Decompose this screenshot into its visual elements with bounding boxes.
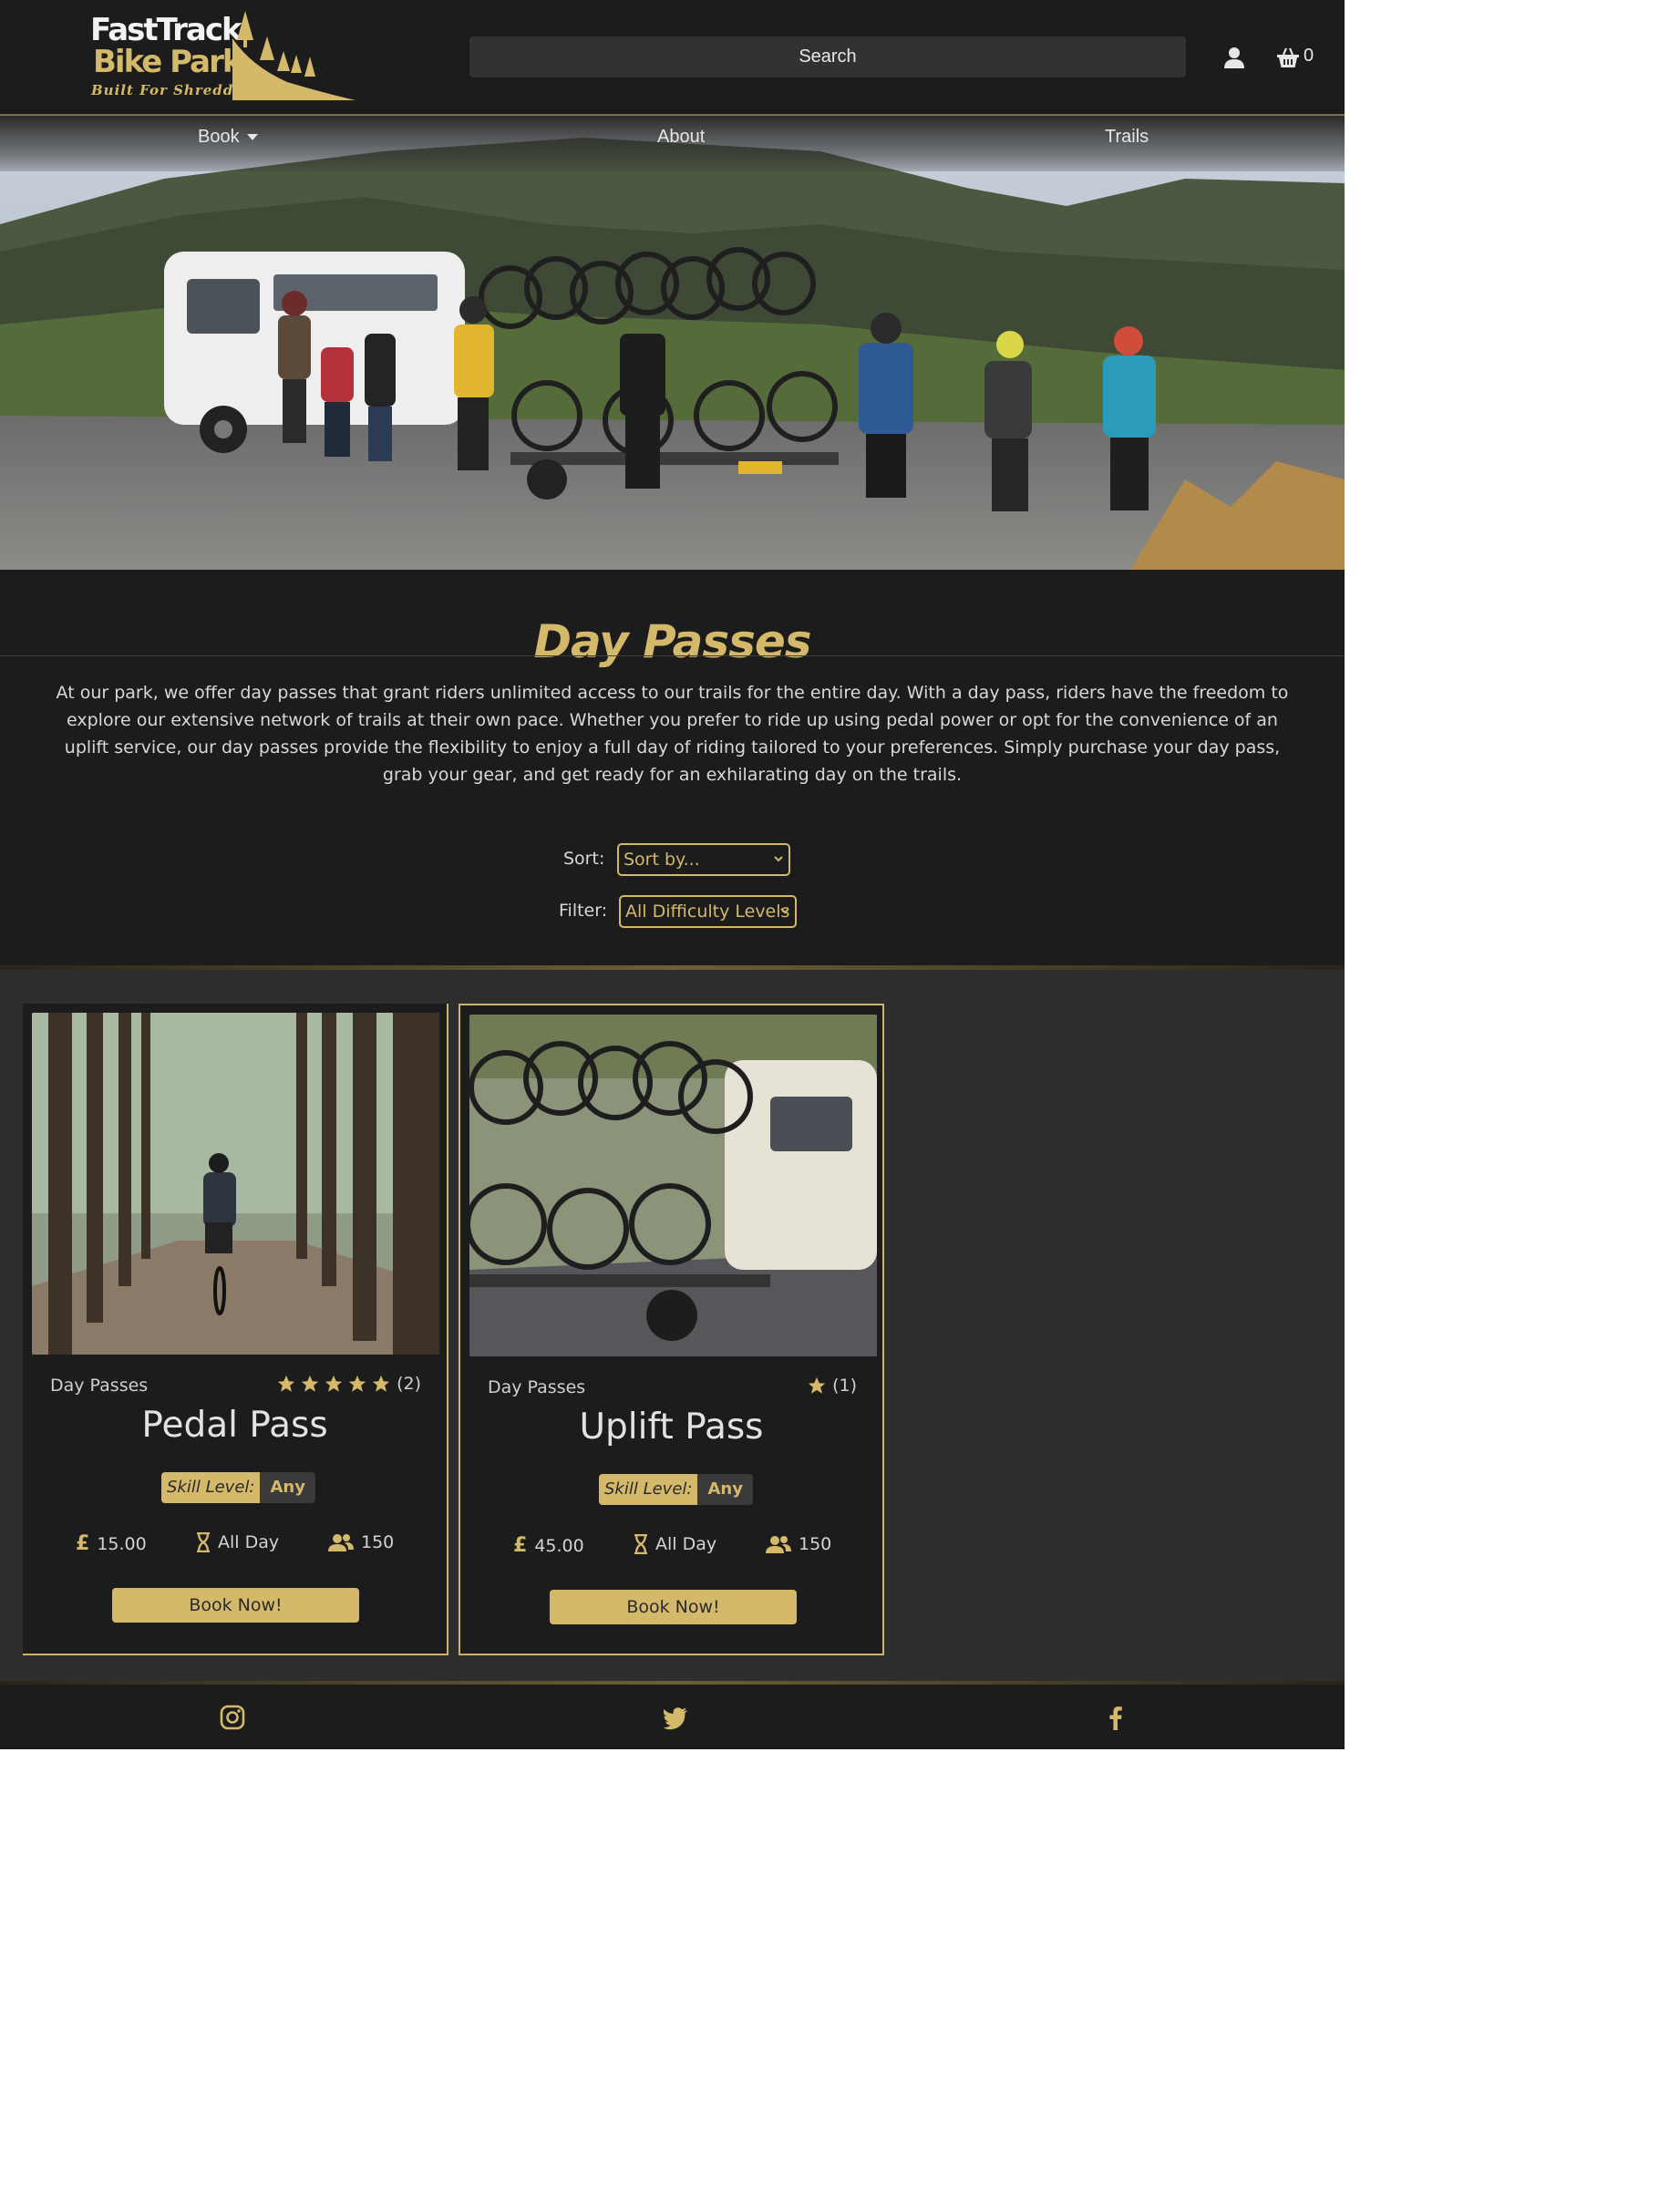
user-icon[interactable] xyxy=(1222,46,1246,69)
chevron-down-icon xyxy=(774,856,783,862)
capacity-value: 150 xyxy=(361,1532,395,1552)
skill-level-value: Any xyxy=(697,1474,753,1505)
star-icon xyxy=(348,1375,366,1392)
product-name[interactable]: Uplift Pass xyxy=(460,1407,882,1448)
nav-item-label: Book xyxy=(198,127,240,147)
sort-label: Sort: xyxy=(563,849,605,869)
star-icon xyxy=(325,1375,343,1392)
skill-level-label: Skill Level: xyxy=(161,1472,261,1503)
skill-level-label: Skill Level: xyxy=(599,1474,698,1505)
rating-stars: (2) xyxy=(273,1374,421,1394)
star-icon xyxy=(277,1375,295,1392)
pound-icon: £ xyxy=(76,1532,90,1555)
brand-name-line1: FastTrack xyxy=(90,12,242,48)
pound-icon: £ xyxy=(513,1534,528,1557)
facebook-icon[interactable] xyxy=(1102,1704,1129,1731)
product-category: Day Passes xyxy=(50,1376,149,1396)
capacity: 150 xyxy=(328,1532,394,1552)
hero-banner: Book About Trails xyxy=(0,115,1345,570)
duration-value: All Day xyxy=(655,1534,717,1554)
chevron-down-icon xyxy=(780,908,789,914)
sort-select[interactable]: Sort by... xyxy=(617,843,790,876)
skill-level-badge: Skill Level: Any xyxy=(161,1472,315,1503)
price-value: 45.00 xyxy=(534,1535,584,1556)
duration: All Day xyxy=(196,1532,279,1552)
star-icon xyxy=(808,1376,826,1394)
product-grid: Day Passes (2) Pedal Pass Skill Level: A… xyxy=(0,970,1345,1681)
hourglass-icon xyxy=(634,1534,647,1554)
title-divider xyxy=(0,655,1345,656)
basket-count[interactable]: 0 xyxy=(1304,46,1314,67)
basket-icon[interactable] xyxy=(1276,46,1300,69)
star-icon xyxy=(301,1375,319,1392)
intro-paragraph: At our park, we offer day passes that gr… xyxy=(56,683,1289,785)
main-nav: Book About Trails xyxy=(0,115,1345,171)
nav-item-about[interactable]: About xyxy=(657,127,705,148)
book-now-button[interactable]: Book Now! xyxy=(550,1590,797,1624)
filter-select[interactable]: All Difficulty Levels xyxy=(619,895,797,928)
price: £ 45.00 xyxy=(513,1534,584,1557)
capacity-value: 150 xyxy=(799,1534,832,1554)
hourglass-icon xyxy=(197,1532,210,1552)
instagram-icon[interactable] xyxy=(219,1704,246,1731)
star-icon xyxy=(372,1375,390,1392)
rating-count: (2) xyxy=(397,1374,421,1394)
book-now-button[interactable]: Book Now! xyxy=(112,1588,359,1623)
users-icon xyxy=(766,1536,791,1553)
product-category: Day Passes xyxy=(488,1377,586,1397)
filter-label: Filter: xyxy=(559,901,608,921)
filter-select-value: All Difficulty Levels xyxy=(625,902,790,922)
site-footer xyxy=(0,1685,1345,1749)
twitter-icon[interactable] xyxy=(662,1704,689,1731)
duration: All Day xyxy=(634,1534,716,1554)
product-image[interactable] xyxy=(469,1015,877,1356)
capacity: 150 xyxy=(766,1534,831,1554)
mountain-trees-icon xyxy=(232,11,356,100)
skill-level-badge: Skill Level: Any xyxy=(599,1474,753,1505)
rating-count: (1) xyxy=(832,1376,857,1396)
price-value: 15.00 xyxy=(97,1533,147,1554)
nav-item-book[interactable]: Book xyxy=(198,127,258,148)
page-title: Day Passes xyxy=(533,615,811,668)
page: FastTrack Bike Park Built For Shredding … xyxy=(0,0,1345,1749)
sort-select-value: Sort by... xyxy=(624,850,700,870)
product-name[interactable]: Pedal Pass xyxy=(23,1405,447,1446)
site-header: FastTrack Bike Park Built For Shredding … xyxy=(0,0,1345,115)
hero-image xyxy=(0,115,1345,570)
skill-level-value: Any xyxy=(260,1472,315,1503)
search-input[interactable]: Search xyxy=(469,36,1186,77)
brand-name-line2: Bike Park xyxy=(93,44,242,80)
duration-value: All Day xyxy=(218,1532,280,1552)
product-image[interactable] xyxy=(32,1013,439,1355)
rating-stars: (1) xyxy=(803,1376,857,1396)
caret-down-icon xyxy=(246,134,258,141)
product-card-uplift-pass[interactable]: Day Passes (1) Uplift Pass Skill Level: … xyxy=(459,1004,884,1655)
product-card-pedal-pass[interactable]: Day Passes (2) Pedal Pass Skill Level: A… xyxy=(23,1004,448,1655)
nav-item-trails[interactable]: Trails xyxy=(1105,127,1149,148)
users-icon xyxy=(328,1534,354,1551)
brand-logo[interactable]: FastTrack Bike Park Built For Shredding xyxy=(88,11,357,102)
price: £ 15.00 xyxy=(76,1532,147,1555)
